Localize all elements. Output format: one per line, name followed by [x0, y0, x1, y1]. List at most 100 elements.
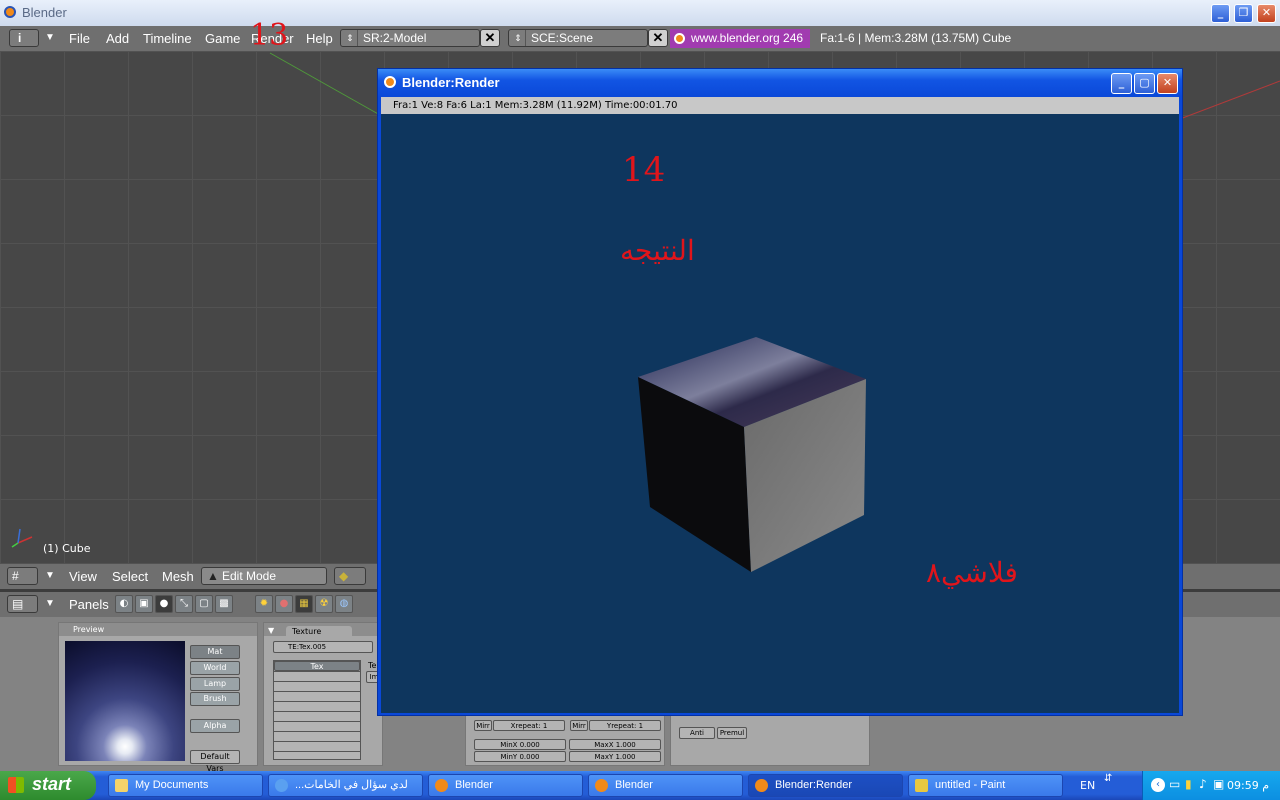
taskbar: start My Documents ...لدي سؤال في الخاما… [0, 771, 1280, 800]
rendered-cube-image [638, 337, 866, 572]
shading-selector[interactable]: ◆ [334, 567, 366, 585]
render-minimize-button[interactable]: _ [1111, 73, 1132, 94]
preview-world-button[interactable]: World [190, 661, 240, 675]
mode-selector[interactable]: ▲ Edit Mode [201, 567, 327, 585]
tray-expand-icon[interactable]: ‹ [1151, 778, 1165, 792]
material-icon[interactable]: ● [275, 595, 293, 613]
annotation-13: 13 [250, 18, 289, 53]
mirror-x-button[interactable]: Mirr [474, 720, 492, 731]
task-paint[interactable]: untitled - Paint [908, 774, 1063, 797]
menu-timeline[interactable]: Timeline [143, 31, 192, 46]
security-icon[interactable]: ▮ [1185, 777, 1192, 791]
annotation-signature: فلاشي٨ [926, 556, 1018, 589]
texture-panel: ▼ Texture TE:Tex.005 Tex Te Im [263, 622, 383, 766]
minimize-button[interactable]: _ [1211, 4, 1230, 23]
mirror-y-button[interactable]: Mirr [570, 720, 588, 731]
world-icon[interactable]: ◍ [335, 595, 353, 613]
editor-type-button[interactable]: # [7, 567, 38, 585]
preview-brush-button[interactable]: Brush [190, 692, 240, 706]
radiosity-icon[interactable]: ☢ [315, 595, 333, 613]
task-my-documents[interactable]: My Documents [108, 774, 263, 797]
anti-button[interactable]: Anti [679, 727, 715, 739]
info-icon: i [18, 31, 22, 45]
editing-context-icon[interactable]: ▢ [195, 595, 213, 613]
menu-view[interactable]: View [69, 569, 97, 584]
lamp-icon[interactable]: ✹ [255, 595, 273, 613]
paint-icon [915, 779, 928, 792]
default-vars-button[interactable]: Default Vars [190, 750, 240, 773]
menu-select[interactable]: Select [112, 569, 148, 584]
task-browser[interactable]: ...لدي سؤال في الخامات [268, 774, 423, 797]
maxy-field[interactable]: MaxY 1.000 [569, 751, 661, 762]
editor-type-button[interactable]: i [9, 29, 39, 47]
texture-type-label: Te [368, 661, 377, 670]
clock[interactable]: 09:59 م [1227, 779, 1269, 792]
alpha-button[interactable]: Alpha [190, 719, 240, 733]
website-link[interactable]: www.blender.org 246 [670, 29, 810, 48]
render-title-bar[interactable]: Blender:Render _ ▢ ✕ [378, 69, 1182, 97]
shading-context-icon[interactable]: ● [155, 595, 173, 613]
restore-button[interactable]: ❐ [1234, 4, 1253, 23]
close-button[interactable]: ✕ [1257, 4, 1276, 23]
preview-panel-header[interactable]: Preview [59, 623, 257, 636]
system-tray: ‹ ▭ ▮ ♪ ▣ 09:59 م [1142, 771, 1280, 800]
scene-stats: Fa:1-6 | Mem:3.28M (13.75M) Cube [820, 31, 1012, 45]
delete-scene-button[interactable]: ✕ [648, 29, 668, 47]
delete-screen-button[interactable]: ✕ [480, 29, 500, 47]
object-context-icon[interactable]: ⤡ [175, 595, 193, 613]
texture-panel-header[interactable]: ▼ Texture [264, 623, 382, 637]
shading-icon: ◆ [339, 569, 349, 583]
render-maximize-button[interactable]: ▢ [1134, 73, 1155, 94]
scene-context-icon[interactable]: ▩ [215, 595, 233, 613]
editor-type-button[interactable]: ▤ [7, 595, 38, 613]
volume-icon[interactable]: ♪ [1199, 777, 1207, 791]
blender-logo-icon [4, 6, 16, 18]
minx-field[interactable]: MinX 0.000 [474, 739, 566, 750]
menu-add[interactable]: Add [106, 31, 129, 46]
blender-logo-icon [755, 779, 768, 792]
restore-bar-icon[interactable]: ⇵ [1104, 773, 1112, 784]
annotation-14: 14 [622, 150, 666, 190]
language-indicator[interactable]: EN [1080, 779, 1095, 792]
render-window-title: Blender:Render [402, 75, 500, 90]
network-icon[interactable]: ▭ [1169, 777, 1180, 791]
task-blender-1[interactable]: Blender [428, 774, 583, 797]
xrepeat-field[interactable]: Xrepeat: 1 [493, 720, 565, 731]
buttons-window-icon: ▤ [12, 597, 24, 611]
render-close-button[interactable]: ✕ [1157, 73, 1178, 94]
script-context-icon[interactable]: ▣ [135, 595, 153, 613]
maxx-field[interactable]: MaxX 1.000 [569, 739, 661, 750]
render-status-bar: Fra:1 Ve:8 Fa:6 La:1 Mem:3.28M (11.92M) … [381, 97, 1179, 114]
start-button[interactable]: start [0, 771, 96, 800]
main-title-bar: Blender _ ❐ ✕ [0, 0, 1280, 27]
collapse-menu-icon[interactable]: ▼ [45, 32, 55, 43]
task-blender-2[interactable]: Blender [588, 774, 743, 797]
texture-icon[interactable]: ▦ [295, 595, 313, 613]
collapse-menu-icon[interactable]: ▼ [45, 598, 55, 609]
scene-selector[interactable]: ⇕ SCE:Scene [508, 29, 648, 47]
task-blender-render[interactable]: Blender:Render [748, 774, 903, 797]
yrepeat-field[interactable]: Yrepeat: 1 [589, 720, 661, 731]
texture-name-field[interactable]: TE:Tex.005 [273, 641, 373, 653]
annotation-result: النتيجه [620, 234, 695, 267]
display-icon[interactable]: ▣ [1213, 777, 1224, 791]
info-header: i ▼ File Add Timeline Game Render Help ⇕… [0, 26, 1280, 51]
menu-help[interactable]: Help [306, 31, 333, 46]
internet-explorer-icon [275, 779, 288, 792]
menu-game[interactable]: Game [205, 31, 240, 46]
preview-mat-button[interactable]: Mat [190, 645, 240, 659]
miny-field[interactable]: MinY 0.000 [474, 751, 566, 762]
collapse-menu-icon[interactable]: ▼ [45, 570, 55, 581]
premul-button[interactable]: Premul [717, 727, 747, 739]
preview-panel: Preview Mat World Lamp Brush Alpha Defau… [58, 622, 258, 773]
preview-lamp-button[interactable]: Lamp [190, 677, 240, 691]
material-preview-image [65, 641, 185, 761]
render-status-text: Fra:1 Ve:8 Fa:6 La:1 Mem:3.28M (11.92M) … [393, 100, 678, 111]
panels-menu[interactable]: Panels [69, 597, 109, 612]
screen-selector[interactable]: ⇕ SR:2-Model [340, 29, 480, 47]
menu-mesh[interactable]: Mesh [162, 569, 194, 584]
logic-context-icon[interactable]: ◐ [115, 595, 133, 613]
texture-channel-list[interactable]: Tex [273, 660, 361, 760]
blender-logo-icon [435, 779, 448, 792]
menu-file[interactable]: File [69, 31, 90, 46]
